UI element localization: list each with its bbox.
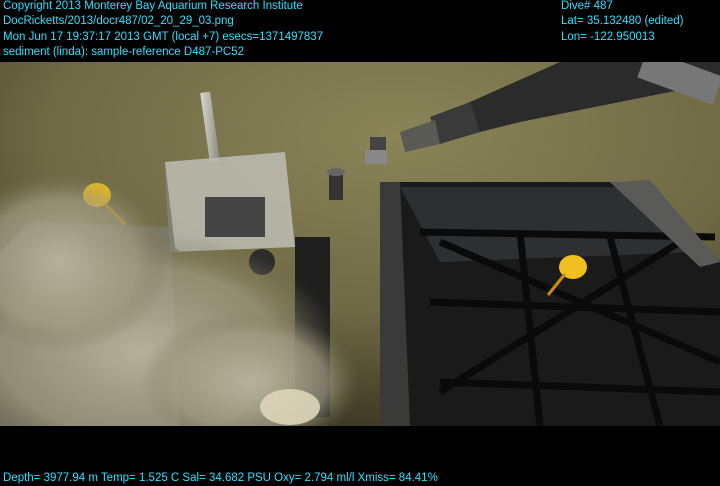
longitude-text: Lon= -122.950013 xyxy=(561,31,655,43)
sensor-readout-text: Depth= 3977.94 m Temp= 1.525 C Sal= 34.6… xyxy=(3,472,438,484)
core-rack-icon xyxy=(380,180,720,426)
seafloor-scene xyxy=(0,62,720,426)
dive-number-text: Dive# 487 xyxy=(561,0,613,12)
core-tube-icon xyxy=(327,168,345,200)
latitude-text: Lat= 35.132480 (edited) xyxy=(561,15,684,27)
rov-video-frame: Copyright 2013 Monterey Bay Aquarium Res… xyxy=(0,0,720,486)
annotation-text: sediment (linda): sample-reference D487-… xyxy=(3,46,244,58)
copyright-text: Copyright 2013 Monterey Bay Aquarium Res… xyxy=(3,0,303,12)
file-path-text: DocRicketts/2013/docr487/02_20_29_03.png xyxy=(3,15,234,27)
timestamp-text: Mon Jun 17 19:37:17 2013 GMT (local +7) … xyxy=(3,31,324,43)
